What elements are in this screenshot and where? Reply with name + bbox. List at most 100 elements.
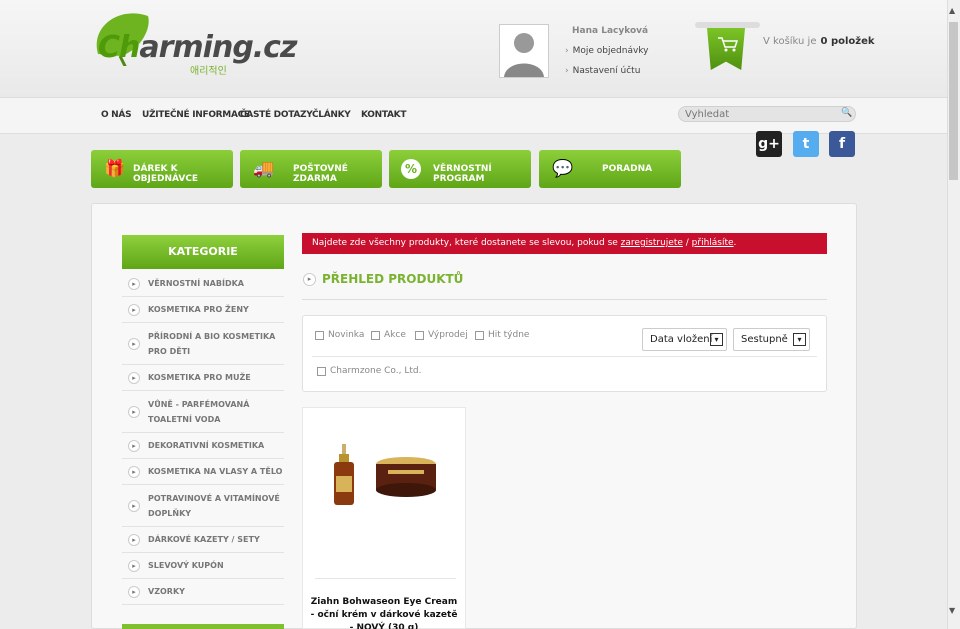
filter-panel <box>302 315 827 392</box>
category-item[interactable]: ▸ VĚRNOSTNÍ NABÍDKA <box>122 271 284 297</box>
account-settings-link[interactable]: Nastavení účtu <box>565 66 641 76</box>
product-name[interactable]: Ziahn Bohwaseon Eye Cream - oční krém v … <box>308 596 460 629</box>
category-item[interactable]: ▸ KOSMETIKA PRO ŽENY <box>122 297 284 323</box>
checkbox-box[interactable] <box>475 330 484 340</box>
my-orders-link[interactable]: Moje objednávky <box>565 46 649 56</box>
brand-label: Charmzone Co., Ltd. <box>330 366 422 376</box>
promo-advice-label: PORADNA <box>602 164 653 174</box>
arrow-right-icon: ▸ <box>128 585 140 598</box>
promo-loyalty-label: VĚRNOSTNÍ PROGRAM <box>433 164 492 184</box>
discount-alert: Najdete zde všechny produkty, které dost… <box>302 233 827 254</box>
product-photo <box>334 444 436 505</box>
category-label: KOSMETIKA PRO ŽENY <box>148 305 249 314</box>
cart-shelf <box>695 22 760 28</box>
site-logo[interactable]: Charming.cz 애리적인 <box>90 6 297 80</box>
alert-separator: / <box>682 238 692 248</box>
arrow-right-icon: ▸ <box>128 499 140 512</box>
promo-loyalty-button[interactable]: % VĚRNOSTNÍ PROGRAM <box>389 150 531 188</box>
promo-advice-button[interactable]: 💬 PORADNA <box>539 150 681 188</box>
filter-hit-checkbox[interactable]: Hit týdne <box>475 330 529 340</box>
checkbox-box[interactable] <box>371 330 380 340</box>
filter-sale-checkbox[interactable]: Akce <box>371 330 406 340</box>
category-item[interactable]: ▸ PŘÍRODNÍ A BIO KOSMETIKA PRO DĚTI <box>122 323 284 365</box>
percent-icon: % <box>401 159 421 179</box>
chevron-down-icon: ▾ <box>793 333 806 346</box>
cart-label: V košíku je <box>763 36 817 47</box>
avatar[interactable] <box>499 24 549 78</box>
user-name: Hana Lacyková <box>572 26 649 36</box>
logo-initial: Ch <box>98 30 140 65</box>
sort-order-select[interactable]: Sestupně ▾ <box>733 328 810 351</box>
twitter-icon[interactable]: t <box>793 131 819 157</box>
filter-label: Hit týdne <box>488 330 530 340</box>
category-label: VĚRNOSTNÍ NABÍDKA <box>148 279 244 288</box>
arrow-right-icon: ▸ <box>128 533 140 546</box>
filter-label: Novinka <box>328 330 365 340</box>
logo-subtitle: 애리적인 <box>190 66 227 77</box>
sort-by-value: Data vložení <box>650 334 713 345</box>
logo-rest: arming.cz <box>139 30 297 65</box>
nav-item-articles[interactable]: ČLÁNKY <box>312 110 351 120</box>
checkbox-box[interactable] <box>415 330 424 340</box>
category-list: ▸ VĚRNOSTNÍ NABÍDKA ▸ KOSMETIKA PRO ŽENY ▸… <box>122 271 284 605</box>
arrow-right-icon: ▸ <box>128 405 140 418</box>
arrow-right-icon: ▸ <box>128 303 140 316</box>
nav-item-faq[interactable]: ČASTÉ DOTAZY <box>240 110 313 120</box>
arrow-right-icon: ▸ <box>128 277 140 290</box>
category-item[interactable]: ▸ KOSMETIKA PRO MUŽE <box>122 365 284 391</box>
arrow-right-icon: ▸ <box>303 273 316 286</box>
search-input[interactable] <box>678 106 856 122</box>
category-label: DÁRKOVÉ KAZETY / SETY <box>148 535 260 544</box>
category-item[interactable]: ▸ POTRAVINOVÉ A VITAMÍNOVÉ DOPLŇKY <box>122 485 284 527</box>
checkbox-box[interactable] <box>317 366 326 376</box>
user-silhouette-icon <box>504 33 544 77</box>
category-item[interactable]: ▸ VŮNĚ - PARFÉMOVANÁ TOALETNÍ VODA <box>122 391 284 433</box>
nav-item-useful-info[interactable]: UŽITEČNÉ INFORMACE <box>142 110 250 120</box>
promo-gift-button[interactable]: 🎁 DÁREK K OBJEDNÁVCE <box>91 150 233 188</box>
promo-shipping-label: POŠTOVNÉ ZDARMA <box>293 164 348 184</box>
promo-gift-label: DÁREK K OBJEDNÁVCE <box>133 164 199 184</box>
facebook-icon[interactable]: f <box>829 131 855 157</box>
checkbox-box[interactable] <box>315 330 324 340</box>
chevron-down-icon: ▾ <box>710 333 723 346</box>
google-plus-icon[interactable]: g+ <box>756 131 782 157</box>
sort-by-select[interactable]: Data vložení ▾ <box>642 328 727 351</box>
chat-bubbles-icon: 💬 <box>552 159 574 179</box>
category-label: PŘÍRODNÍ A BIO KOSMETIKA PRO DĚTI <box>148 331 276 356</box>
search-icon[interactable]: 🔍 <box>841 108 852 118</box>
divider <box>315 578 456 579</box>
filter-new-checkbox[interactable]: Novinka <box>315 330 364 340</box>
login-link[interactable]: přihlásíte <box>692 238 734 248</box>
scroll-down-icon[interactable]: ▼ <box>949 606 955 615</box>
category-label: POTRAVINOVÉ A VITAMÍNOVÉ DOPLŇKY <box>148 493 280 518</box>
brand-filter-checkbox[interactable]: Charmzone Co., Ltd. <box>317 366 421 376</box>
divider <box>302 299 827 300</box>
divider <box>312 356 817 357</box>
register-link[interactable]: zaregistrujete <box>621 238 683 248</box>
category-item[interactable]: ▸ KOSMETIKA NA VLASY A TĚLO <box>122 459 284 485</box>
gift-icon: 🎁 <box>104 159 126 179</box>
arrow-right-icon: ▸ <box>128 439 140 452</box>
sort-order-value: Sestupně <box>741 334 788 345</box>
promo-shipping-button[interactable]: 🚚 POŠTOVNÉ ZDARMA <box>240 150 382 188</box>
shopping-cart-icon <box>718 37 739 52</box>
category-label: SLEVOVÝ KUPÓN <box>148 561 224 570</box>
alert-text: Najdete zde všechny produkty, které dost… <box>312 238 621 248</box>
scrollbar-thumb[interactable] <box>949 22 958 180</box>
cart-summary[interactable]: V košíku je 0 položek <box>763 36 875 47</box>
category-footer-bar <box>122 624 284 629</box>
category-item[interactable]: ▸ DEKORATIVNÍ KOSMETIKA <box>122 433 284 459</box>
alert-end: . <box>733 238 737 248</box>
nav-item-contact[interactable]: KONTAKT <box>361 110 406 120</box>
arrow-right-icon: ▸ <box>128 559 140 572</box>
category-item[interactable]: ▸ VZORKY <box>122 579 284 605</box>
scroll-up-icon[interactable]: ▲ <box>949 6 955 15</box>
category-item[interactable]: ▸ DÁRKOVÉ KAZETY / SETY <box>122 527 284 553</box>
nav-item-about[interactable]: O NÁS <box>101 110 132 120</box>
category-item[interactable]: ▸ SLEVOVÝ KUPÓN <box>122 553 284 579</box>
filter-label: Výprodej <box>428 330 468 340</box>
category-label: VŮNĚ - PARFÉMOVANÁ TOALETNÍ VODA <box>148 399 250 424</box>
filter-clearance-checkbox[interactable]: Výprodej <box>415 330 468 340</box>
product-image[interactable] <box>328 432 441 519</box>
cart-count: 0 položek <box>820 36 875 47</box>
